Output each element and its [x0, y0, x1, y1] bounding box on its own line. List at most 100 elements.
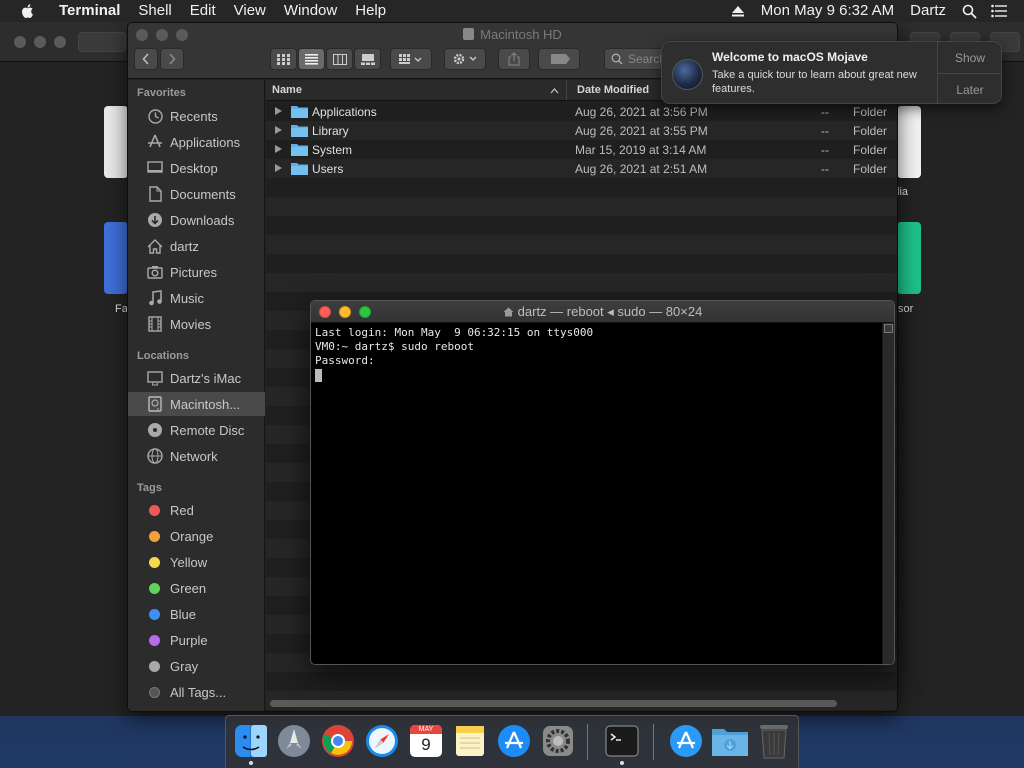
- sidebar-tag-orange[interactable]: Orange: [128, 524, 265, 548]
- sidebar-item-label: Movies: [170, 316, 212, 332]
- sidebar-item-documents[interactable]: Documents: [128, 182, 265, 206]
- forward-button[interactable]: [160, 48, 184, 70]
- sort-ascending-icon[interactable]: [550, 85, 559, 97]
- sidebar-tag-purple[interactable]: Purple: [128, 628, 265, 652]
- disclosure-triangle-icon[interactable]: [275, 126, 282, 134]
- disclosure-triangle-icon[interactable]: [275, 145, 282, 153]
- terminal-titlebar[interactable]: dartz — reboot ◂ sudo — 80×24: [311, 301, 894, 323]
- dock-finder[interactable]: [232, 722, 270, 765]
- dock-app-store-folder[interactable]: [667, 722, 705, 760]
- group-by-button[interactable]: [390, 48, 432, 70]
- file-row-users[interactable]: Users Aug 26, 2021 at 2:51 AM -- Folder: [266, 159, 897, 178]
- film-icon: [146, 315, 164, 333]
- eject-icon[interactable]: [727, 0, 749, 22]
- icon-view-button[interactable]: [270, 48, 297, 70]
- terminal-window[interactable]: dartz — reboot ◂ sudo — 80×24 Last login…: [310, 300, 895, 665]
- file-row-library[interactable]: Library Aug 26, 2021 at 3:55 PM -- Folde…: [266, 121, 897, 140]
- menu-clock[interactable]: Mon May 9 6:32 AM: [753, 0, 902, 22]
- disclosure-triangle-icon[interactable]: [275, 107, 282, 115]
- sidebar-item-downloads[interactable]: Downloads: [128, 208, 265, 232]
- tag-dot: [149, 608, 160, 620]
- dock-trash[interactable]: [755, 722, 793, 760]
- app-tile[interactable]: [897, 222, 921, 294]
- file-row-applications[interactable]: Applications Aug 26, 2021 at 3:56 PM -- …: [266, 102, 897, 121]
- menu-help[interactable]: Help: [346, 0, 395, 22]
- sidebar-all-tags[interactable]: All Tags...: [128, 680, 265, 704]
- sidebar-item-desktop[interactable]: Desktop: [128, 156, 265, 180]
- disclosure-triangle-icon[interactable]: [275, 164, 282, 172]
- dock-downloads[interactable]: [711, 722, 749, 760]
- minimize-button[interactable]: [34, 36, 46, 48]
- dock-chrome[interactable]: [319, 722, 357, 760]
- sidebar-item-applications[interactable]: Applications: [128, 130, 265, 154]
- spotlight-search-icon[interactable]: [958, 0, 980, 22]
- action-gear-button[interactable]: [444, 48, 486, 70]
- apple-menu-icon[interactable]: [20, 3, 36, 19]
- sidebar-tag-gray[interactable]: Gray: [128, 654, 265, 678]
- sidebar-item-home[interactable]: dartz: [128, 234, 265, 258]
- menu-view[interactable]: View: [225, 0, 275, 22]
- zoom-button[interactable]: [54, 36, 66, 48]
- column-header-date[interactable]: Date Modified: [577, 84, 649, 96]
- file-size: --: [821, 104, 829, 119]
- safari-compass-icon: [366, 725, 398, 757]
- trash-icon: [760, 725, 788, 759]
- sidebar-tag-yellow[interactable]: Yellow: [128, 550, 265, 574]
- list-view-button[interactable]: [298, 48, 325, 70]
- column-header-name[interactable]: Name: [272, 84, 302, 96]
- app-tile[interactable]: [104, 222, 128, 294]
- scroll-indicator-icon[interactable]: [884, 324, 893, 333]
- sidebar-item-macintosh-hd[interactable]: Macintosh...: [128, 392, 265, 416]
- terminal-content[interactable]: Last login: Mon May 9 06:32:15 on ttys00…: [311, 323, 882, 664]
- sidebar-item-imac[interactable]: Dartz's iMac: [128, 366, 265, 390]
- tag-label: All Tags...: [170, 684, 227, 700]
- sidebar-tag-red[interactable]: Red: [128, 498, 265, 522]
- dock-system-preferences[interactable]: [539, 722, 577, 760]
- dock-notes[interactable]: [451, 722, 489, 760]
- column-view-button[interactable]: [326, 48, 353, 70]
- app-tile[interactable]: [897, 106, 921, 178]
- horizontal-scrollbar[interactable]: [270, 700, 837, 707]
- tag-dot: [149, 556, 160, 568]
- finder-title: Macintosh HD: [128, 27, 897, 42]
- desktop-icon: [146, 159, 164, 177]
- close-button[interactable]: [14, 36, 26, 48]
- search-icon: [611, 53, 623, 65]
- sidebar-tag-green[interactable]: Green: [128, 576, 265, 600]
- tag-label: Gray: [170, 658, 199, 674]
- dock-launchpad[interactable]: [275, 722, 313, 760]
- sidebar-item-movies[interactable]: Movies: [128, 312, 265, 336]
- menu-shell[interactable]: Shell: [129, 0, 180, 22]
- edit-tags-button[interactable]: [538, 48, 580, 70]
- menu-window[interactable]: Window: [275, 0, 346, 22]
- dock-calendar[interactable]: MAY 9: [407, 722, 445, 760]
- notification-later-button[interactable]: Later: [938, 83, 1002, 97]
- file-kind: Folder: [853, 123, 888, 138]
- dock-safari[interactable]: [363, 722, 401, 760]
- sidebar-item-remote-disc[interactable]: Remote Disc: [128, 418, 265, 442]
- dock-terminal[interactable]: [603, 722, 641, 765]
- app-tile[interactable]: [104, 106, 128, 178]
- dock-app-store[interactable]: [495, 722, 533, 760]
- sidebar-item-network[interactable]: Network: [128, 444, 265, 468]
- sidebar-tag-blue[interactable]: Blue: [128, 602, 265, 626]
- sidebar-item-pictures[interactable]: Pictures: [128, 260, 265, 284]
- gallery-view-button[interactable]: [354, 48, 381, 70]
- notification-center-icon[interactable]: [988, 0, 1010, 22]
- notification-banner[interactable]: Welcome to macOS Mojave Take a quick tou…: [661, 41, 1002, 104]
- menu-app-name[interactable]: Terminal: [50, 0, 129, 22]
- terminal-scrollbar[interactable]: [882, 323, 894, 664]
- notification-show-button[interactable]: Show: [938, 51, 1002, 65]
- sidebar-item-music[interactable]: Music: [128, 286, 265, 310]
- dock: MAY 9: [225, 715, 799, 768]
- sidebar-item-recents[interactable]: Recents: [128, 104, 265, 128]
- share-button[interactable]: [498, 48, 530, 70]
- back-forward-buttons[interactable]: [78, 32, 126, 52]
- file-row-system[interactable]: System Mar 15, 2019 at 3:14 AM -- Folder: [266, 140, 897, 159]
- menu-edit[interactable]: Edit: [181, 0, 225, 22]
- back-button[interactable]: [134, 48, 158, 70]
- menu-user[interactable]: Dartz: [902, 0, 954, 22]
- folder-icon: [291, 123, 308, 137]
- terminal-title: dartz — reboot ◂ sudo — 80×24: [311, 304, 894, 320]
- column-divider[interactable]: [566, 80, 567, 100]
